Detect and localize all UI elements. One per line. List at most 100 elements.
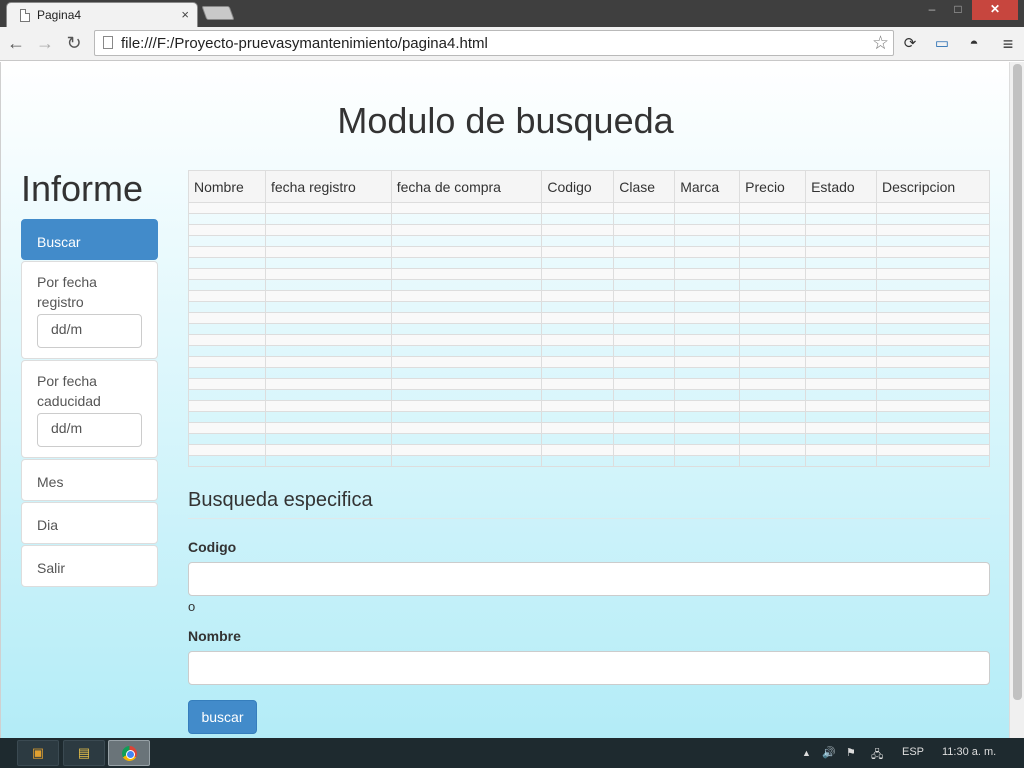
table-cell	[739, 389, 807, 401]
table-cell	[674, 323, 741, 335]
new-tab-button[interactable]	[201, 6, 235, 20]
table-cell	[541, 367, 615, 379]
table-row	[188, 444, 990, 456]
tray-show-hidden-icon[interactable]: ▲	[802, 748, 811, 758]
sidebar-item-mes[interactable]: Mes	[21, 459, 158, 501]
table-cell	[613, 422, 676, 434]
table-cell	[541, 246, 615, 258]
table-cell	[805, 290, 878, 302]
table-cell	[188, 246, 266, 258]
table-cell	[805, 389, 878, 401]
back-arrow-icon[interactable]: ←	[5, 33, 27, 55]
column-header[interactable]: Estado	[805, 170, 878, 203]
table-cell	[613, 312, 676, 324]
window-minimize-button[interactable]: –	[920, 0, 944, 20]
sidebar-item-fecha-registro[interactable]: Por fecha registro dd/m	[21, 261, 158, 359]
table-cell	[613, 301, 676, 313]
sidebar-item-dia[interactable]: Dia	[21, 502, 158, 544]
table-cell	[613, 246, 676, 258]
column-header[interactable]: Precio	[739, 170, 807, 203]
table-cell	[674, 334, 741, 346]
volume-icon[interactable]: 🔊	[822, 746, 836, 759]
taskbar-app-editor-icon[interactable]: ▣	[17, 740, 59, 766]
table-cell	[188, 235, 266, 247]
codigo-input[interactable]	[188, 562, 990, 596]
sidebar-item-label: Dia	[37, 517, 59, 533]
table-cell	[876, 301, 990, 313]
input-language[interactable]: ESP	[902, 746, 924, 758]
table-cell	[390, 389, 543, 401]
table-cell	[264, 301, 392, 313]
table-cell	[876, 345, 990, 357]
system-clock[interactable]: 11:30 a. m.	[942, 746, 996, 758]
sidebar-item-salir[interactable]: Salir	[21, 545, 158, 587]
action-center-flag-icon[interactable]: ⚑	[846, 746, 856, 759]
table-cell	[805, 378, 878, 390]
table-cell	[541, 290, 615, 302]
table-cell	[805, 367, 878, 379]
table-cell	[739, 323, 807, 335]
address-url[interactable]: file:///F:/Proyecto-pruevasymantenimient…	[121, 35, 488, 52]
forward-arrow-icon[interactable]: →	[34, 33, 56, 55]
table-cell	[613, 202, 676, 214]
table-cell	[390, 268, 543, 280]
bookmark-star-icon[interactable]: ☆	[872, 32, 889, 55]
scrollbar-thumb[interactable]	[1013, 64, 1022, 700]
column-header[interactable]: Clase	[613, 170, 676, 203]
table-cell	[739, 400, 807, 412]
network-icon[interactable]: 🖧	[871, 746, 883, 765]
column-header[interactable]: fecha registro	[264, 170, 392, 203]
table-cell	[674, 356, 741, 368]
table-cell	[264, 389, 392, 401]
screen-capture-extension-icon[interactable]: ▭	[932, 34, 952, 54]
table-cell	[739, 257, 807, 269]
table-body	[188, 202, 990, 467]
table-row	[188, 213, 990, 225]
table-cell	[390, 455, 543, 467]
taskbar-file-explorer-icon[interactable]: ▤	[63, 740, 105, 766]
table-cell	[188, 323, 266, 335]
column-header[interactable]: fecha de compra	[390, 170, 543, 203]
table-cell	[739, 422, 807, 434]
table-cell	[739, 433, 807, 445]
window-close-button[interactable]: ✕	[972, 0, 1018, 20]
table-cell	[390, 444, 543, 456]
column-header[interactable]: Codigo	[541, 170, 615, 203]
search-submit-button[interactable]: buscar	[188, 700, 257, 734]
browser-menu-icon[interactable]: ≡	[998, 34, 1018, 54]
window-maximize-button[interactable]: □	[946, 0, 970, 20]
table-cell	[876, 224, 990, 236]
browser-tab-active[interactable]: Pagina4 ×	[6, 2, 198, 27]
column-header[interactable]: Marca	[674, 170, 741, 203]
table-cell	[613, 389, 676, 401]
table-cell	[876, 455, 990, 467]
table-cell	[541, 213, 615, 225]
table-cell	[674, 312, 741, 324]
taskbar-chrome-icon[interactable]	[108, 740, 150, 766]
address-bar[interactable]: file:///F:/Proyecto-pruevasymantenimient…	[94, 30, 894, 56]
table-cell	[390, 367, 543, 379]
tab-close-icon[interactable]: ×	[181, 7, 189, 22]
table-cell	[674, 290, 741, 302]
table-cell	[674, 279, 741, 291]
search-section-heading: Busqueda especifica	[188, 489, 990, 519]
reload-icon[interactable]: ↻	[63, 33, 85, 55]
sidebar-item-buscar[interactable]: Buscar	[21, 219, 158, 260]
column-header[interactable]: Nombre	[188, 170, 266, 203]
fecha-registro-date-input[interactable]: dd/m	[37, 314, 142, 348]
table-cell	[541, 433, 615, 445]
incognito-mask-icon[interactable]: ◓	[964, 34, 984, 54]
tab-title: Pagina4	[37, 8, 82, 22]
table-cell	[188, 422, 266, 434]
table-cell	[188, 279, 266, 291]
nombre-input[interactable]	[188, 651, 990, 685]
fecha-caducidad-date-input[interactable]: dd/m	[37, 413, 142, 447]
chrome-logo-icon	[121, 746, 137, 761]
sync-extension-icon[interactable]: ⟳	[900, 34, 920, 54]
table-cell	[264, 400, 392, 412]
table-cell	[739, 411, 807, 423]
sidebar-item-fecha-caducidad[interactable]: Por fecha caducidad dd/m	[21, 360, 158, 458]
vertical-scrollbar[interactable]	[1009, 62, 1024, 738]
table-row	[188, 312, 990, 324]
column-header[interactable]: Descripcion	[876, 170, 990, 203]
